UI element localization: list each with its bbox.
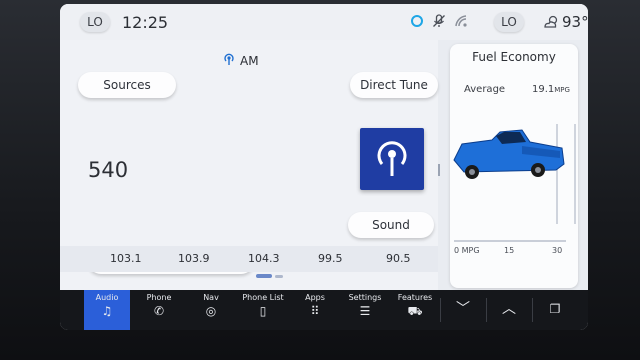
nav-phone-list[interactable]: Phone List ▯ bbox=[240, 290, 286, 330]
nav-features[interactable]: Features ⛟ bbox=[392, 290, 438, 330]
station-art bbox=[360, 128, 424, 190]
chevron-up-button[interactable]: ︿ bbox=[486, 290, 532, 330]
preset-1[interactable]: 103.1 bbox=[110, 252, 142, 265]
driver-temp-label: LO bbox=[87, 15, 103, 29]
nav-audio[interactable]: Audio ♫ bbox=[84, 290, 130, 330]
radio-tower-icon bbox=[377, 141, 407, 176]
preset-4[interactable]: 99.5 bbox=[318, 252, 343, 265]
nav-phone[interactable]: Phone ✆ bbox=[136, 290, 182, 330]
nav-settings-label: Settings bbox=[348, 293, 382, 302]
radio-panel: AM Sources Direct Tune 540 ⏮ − + ⏭ Sound… bbox=[60, 40, 440, 290]
nav-apps[interactable]: Apps ⠿ bbox=[292, 290, 338, 330]
gauge-side-bar-right bbox=[574, 124, 576, 224]
phone-list-icon: ▯ bbox=[259, 304, 267, 318]
band-label: AM bbox=[240, 54, 259, 68]
nav-phone-label: Phone bbox=[146, 293, 172, 302]
fuel-economy-card[interactable]: Fuel Economy Average 19.1MPG 0 MPG 15 30 bbox=[450, 44, 578, 288]
average-value: 19.1MPG bbox=[532, 84, 570, 95]
apps-grid-icon: ⠿ bbox=[310, 304, 320, 318]
layout-copy-icon: ❐ bbox=[549, 302, 561, 316]
page-indicator bbox=[275, 275, 283, 278]
preset-2[interactable]: 103.9 bbox=[178, 252, 210, 265]
sync-screen: LO 12:25 LO 93° AM Sources Direct Tune 5… bbox=[60, 4, 588, 330]
mic-off-icon[interactable] bbox=[432, 14, 446, 28]
preset-3[interactable]: 104.3 bbox=[248, 252, 280, 265]
sources-label: Sources bbox=[103, 78, 151, 92]
broadcast-icon bbox=[224, 53, 234, 65]
phone-icon: ✆ bbox=[153, 304, 165, 318]
clock: 12:25 bbox=[122, 13, 169, 32]
preset-bar: 103.1 103.9 104.3 99.5 90.5 bbox=[60, 246, 438, 272]
sound-label: Sound bbox=[372, 218, 410, 232]
driver-temp-button[interactable]: LO bbox=[80, 12, 110, 32]
chevron-up-icon: ︿ bbox=[502, 301, 516, 317]
panel-divider bbox=[438, 164, 440, 176]
bottom-nav-bar: Audio ♫ Phone ✆ Nav ◎ Phone List ▯ Apps … bbox=[60, 290, 588, 330]
average-number: 19.1 bbox=[532, 84, 555, 95]
sound-button[interactable]: Sound bbox=[348, 212, 434, 238]
gauge-label-mid: 15 bbox=[504, 246, 515, 255]
nav-features-label: Features bbox=[397, 293, 433, 302]
truck-small-icon: ⛟ bbox=[407, 304, 423, 318]
direct-tune-label: Direct Tune bbox=[360, 78, 428, 92]
alexa-ring-icon[interactable] bbox=[410, 14, 424, 28]
nav-nav-label: Nav bbox=[203, 293, 219, 302]
average-label: Average bbox=[464, 84, 506, 95]
gauge-label-max: 30 bbox=[552, 246, 563, 255]
passenger-temp-button[interactable]: LO bbox=[494, 12, 524, 32]
music-note-icon: ♫ bbox=[101, 304, 113, 318]
status-bar: LO 12:25 LO 93° bbox=[60, 4, 588, 40]
truck-icon bbox=[453, 129, 565, 179]
fuel-economy-title: Fuel Economy bbox=[472, 50, 556, 64]
chevron-down-icon: ﹀ bbox=[456, 301, 470, 317]
nav-nav[interactable]: Nav ◎ bbox=[188, 290, 234, 330]
screen-layout-button[interactable]: ❐ bbox=[532, 290, 578, 330]
preset-5[interactable]: 90.5 bbox=[386, 252, 411, 265]
compass-icon: ◎ bbox=[205, 304, 217, 318]
nav-phone-list-label: Phone List bbox=[242, 293, 284, 302]
wifi-icon bbox=[455, 15, 467, 27]
sources-button[interactable]: Sources bbox=[78, 72, 176, 98]
nav-audio-label: Audio bbox=[95, 293, 119, 302]
weather-icon bbox=[544, 15, 558, 28]
passenger-temp-label: LO bbox=[501, 15, 517, 29]
page-indicator-active bbox=[256, 274, 272, 278]
sliders-icon: ☰ bbox=[359, 304, 371, 318]
chevron-down-button[interactable]: ﹀ bbox=[440, 290, 486, 330]
direct-tune-button[interactable]: Direct Tune bbox=[350, 72, 438, 98]
nav-settings[interactable]: Settings ☰ bbox=[342, 290, 388, 330]
gauge-label-min: 0 MPG bbox=[454, 246, 480, 255]
outside-temperature: 93° bbox=[562, 13, 588, 31]
average-unit: MPG bbox=[554, 86, 570, 94]
nav-apps-label: Apps bbox=[305, 293, 325, 302]
fuel-gauge-scale bbox=[454, 240, 566, 242]
station-frequency: 540 bbox=[88, 158, 129, 182]
